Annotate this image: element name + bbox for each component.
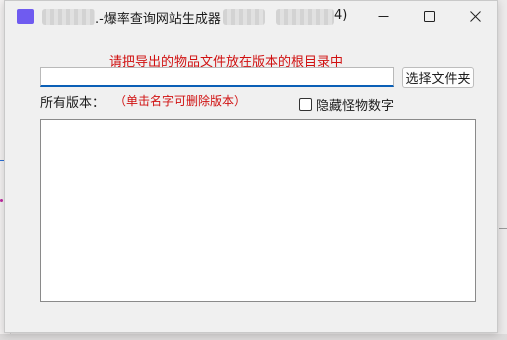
minimize-icon: [378, 15, 388, 17]
background-dot: [0, 199, 3, 202]
blurred-title-part-2: [276, 9, 334, 25]
app-icon: [17, 9, 34, 24]
hide-monster-numbers-checkbox[interactable]: 隐藏怪物数字: [299, 95, 394, 114]
close-button[interactable]: [452, 1, 498, 31]
folder-path-input[interactable]: [40, 67, 394, 87]
choose-folder-button[interactable]: 选择文件夹: [402, 67, 474, 88]
maximize-icon: [423, 10, 435, 22]
background-bottom-edge: [0, 334, 507, 340]
app-window: .-爆率查询网站生成器（ 4) 请把导出的物品文件放在版本的根目录中 选择文件夹…: [4, 0, 498, 333]
checkbox-box[interactable]: [299, 98, 312, 111]
window-title: .-爆率查询网站生成器（: [95, 12, 234, 27]
blurred-title-prefix: [42, 9, 95, 25]
delete-version-hint: （单击名字可删除版本）: [114, 94, 247, 108]
all-versions-label: 所有版本：: [40, 96, 106, 111]
blurred-title-part-1: [223, 9, 265, 25]
background-line: [499, 228, 507, 229]
title-bar[interactable]: .-爆率查询网站生成器（ 4): [5, 1, 497, 31]
checkbox-label: 隐藏怪物数字: [316, 99, 395, 114]
minimize-button[interactable]: [360, 1, 406, 31]
maximize-button[interactable]: [406, 1, 452, 31]
version-list[interactable]: [40, 119, 476, 302]
window-title-end: 4): [334, 8, 348, 23]
close-icon: [469, 10, 481, 22]
